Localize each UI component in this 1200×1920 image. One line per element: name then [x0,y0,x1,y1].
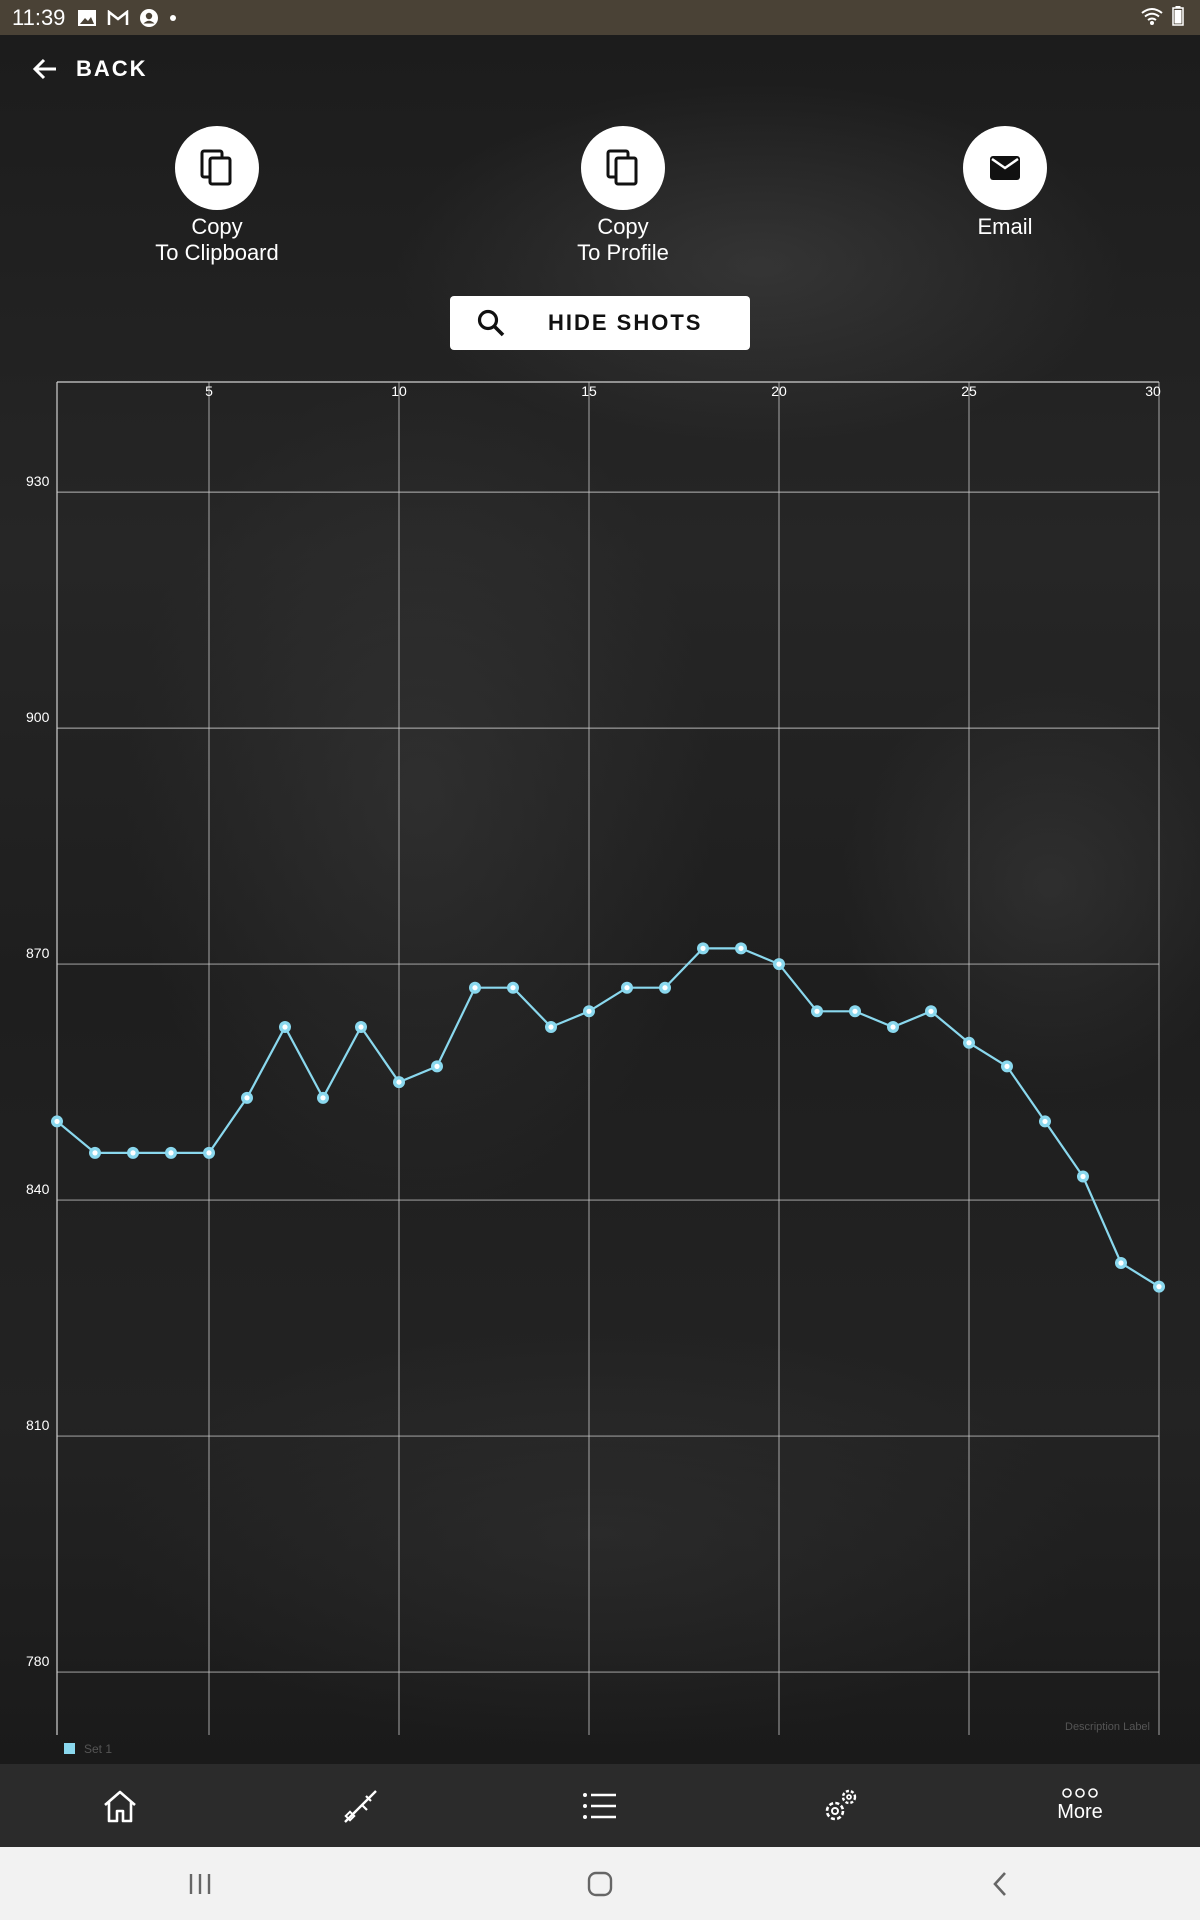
data-point-center [92,1150,98,1156]
chevron-back-icon [993,1871,1006,1896]
image-notification-icon [78,9,97,26]
email-icon [990,156,1020,180]
x-tick-label: 30 [1145,383,1161,399]
status-bar: 11:39 [0,0,1200,35]
data-point-center [244,1095,250,1101]
legend-swatch [64,1743,75,1754]
data-point-center [662,985,668,991]
x-tick-label: 25 [961,383,977,399]
settings-gears-icon [825,1789,857,1820]
series-line [56,947,1160,1288]
data-point-center [700,945,706,951]
data-point-center [1118,1260,1124,1266]
battery-icon [1172,6,1184,26]
copy-clipboard-line1: Copy [191,214,243,239]
data-point-center [890,1024,896,1030]
x-tick-label: 15 [581,383,597,399]
x-tick-label: 5 [205,383,213,399]
account-icon [140,8,159,27]
copy-clipboard-circle [175,126,259,210]
status-time: 11:39 [12,4,66,30]
recent-apps-icon [189,1873,211,1894]
nav-more[interactable]: More [960,1764,1200,1847]
data-point-center [586,1008,592,1014]
data-point-center [1004,1063,1010,1069]
data-point-center [510,985,516,991]
more-dots-icon [1062,1788,1098,1798]
nav-rifle[interactable] [240,1764,480,1847]
copy-icon [200,149,232,186]
copy-profile-line2: To Profile [577,240,669,265]
data-point-center [548,1024,554,1030]
copy-clipboard-line2: To Clipboard [155,240,279,265]
nav-settings[interactable] [720,1764,960,1847]
gmail-icon [108,9,129,25]
data-point-center [282,1024,288,1030]
data-point-center [928,1008,934,1014]
data-point-center [776,961,782,967]
nav-more-label: More [1057,1801,1103,1823]
system-navigation-bar [0,1847,1200,1920]
data-point-center [472,985,478,991]
y-tick-label: 900 [26,709,50,725]
data-point-center [814,1008,820,1014]
data-point-center [168,1150,174,1156]
hide-shots-label: HIDE SHOTS [548,310,703,335]
list-icon [583,1792,616,1819]
y-tick-label: 840 [26,1181,50,1197]
y-tick-label: 780 [26,1653,50,1669]
chart-legend: Set 1 Description Label [64,1721,1150,1756]
legend-label: Set 1 [84,1742,112,1756]
data-point-center [54,1118,60,1125]
data-point-center [396,1079,402,1085]
wifi-icon [1141,8,1163,25]
back-system-button[interactable] [940,1871,1060,1897]
data-point-center [966,1040,972,1046]
home-system-button[interactable] [540,1871,660,1897]
y-tick-label: 810 [26,1417,50,1433]
data-point-center [1042,1118,1048,1125]
email-label: Email [977,214,1033,239]
y-tick-label: 930 [26,473,50,489]
data-point-center [206,1150,212,1156]
data-point-center [1080,1173,1086,1180]
series-points [51,942,1165,1293]
search-icon [477,309,505,337]
data-point-center [434,1063,440,1069]
copy-profile-line1: Copy [597,214,649,239]
data-point-center [624,985,630,991]
home-circle-icon [587,1871,613,1896]
data-point-center [130,1150,136,1156]
data-point-center [738,945,744,951]
back-button[interactable]: BACK [32,56,148,82]
nav-home[interactable] [0,1764,240,1847]
rifle-icon [344,1789,377,1823]
recent-apps-button[interactable] [140,1872,260,1896]
copy-icon [606,149,638,186]
data-point-center [320,1095,326,1101]
x-tick-label: 10 [391,383,407,399]
nav-list[interactable] [480,1764,720,1847]
copy-profile-circle [581,126,665,210]
data-point-center [358,1024,364,1030]
chart-ticks: 5 10 15 20 25 30 780 810 840 870 900 930 [26,383,1161,1669]
email-button[interactable]: Email [885,126,1125,240]
x-tick-label: 20 [771,383,787,399]
description-label: Description Label [1065,1721,1150,1733]
arrow-back-icon [32,58,56,80]
hide-shots-button[interactable]: HIDE SHOTS [450,296,750,350]
bottom-navigation: More [0,1764,1200,1847]
copy-to-clipboard-button[interactable]: Copy To Clipboard [97,126,337,266]
email-circle [963,126,1047,210]
back-label: BACK [76,56,148,81]
dot-icon [170,14,177,21]
y-tick-label: 870 [26,945,50,961]
copy-to-profile-button[interactable]: Copy To Profile [503,126,743,266]
home-icon [104,1790,136,1822]
velocity-line-chart: 5 10 15 20 25 30 780 810 840 870 900 930 Set 1 Descr… [26,381,1165,1756]
data-point-center [852,1008,858,1014]
data-point-center [1156,1284,1162,1290]
